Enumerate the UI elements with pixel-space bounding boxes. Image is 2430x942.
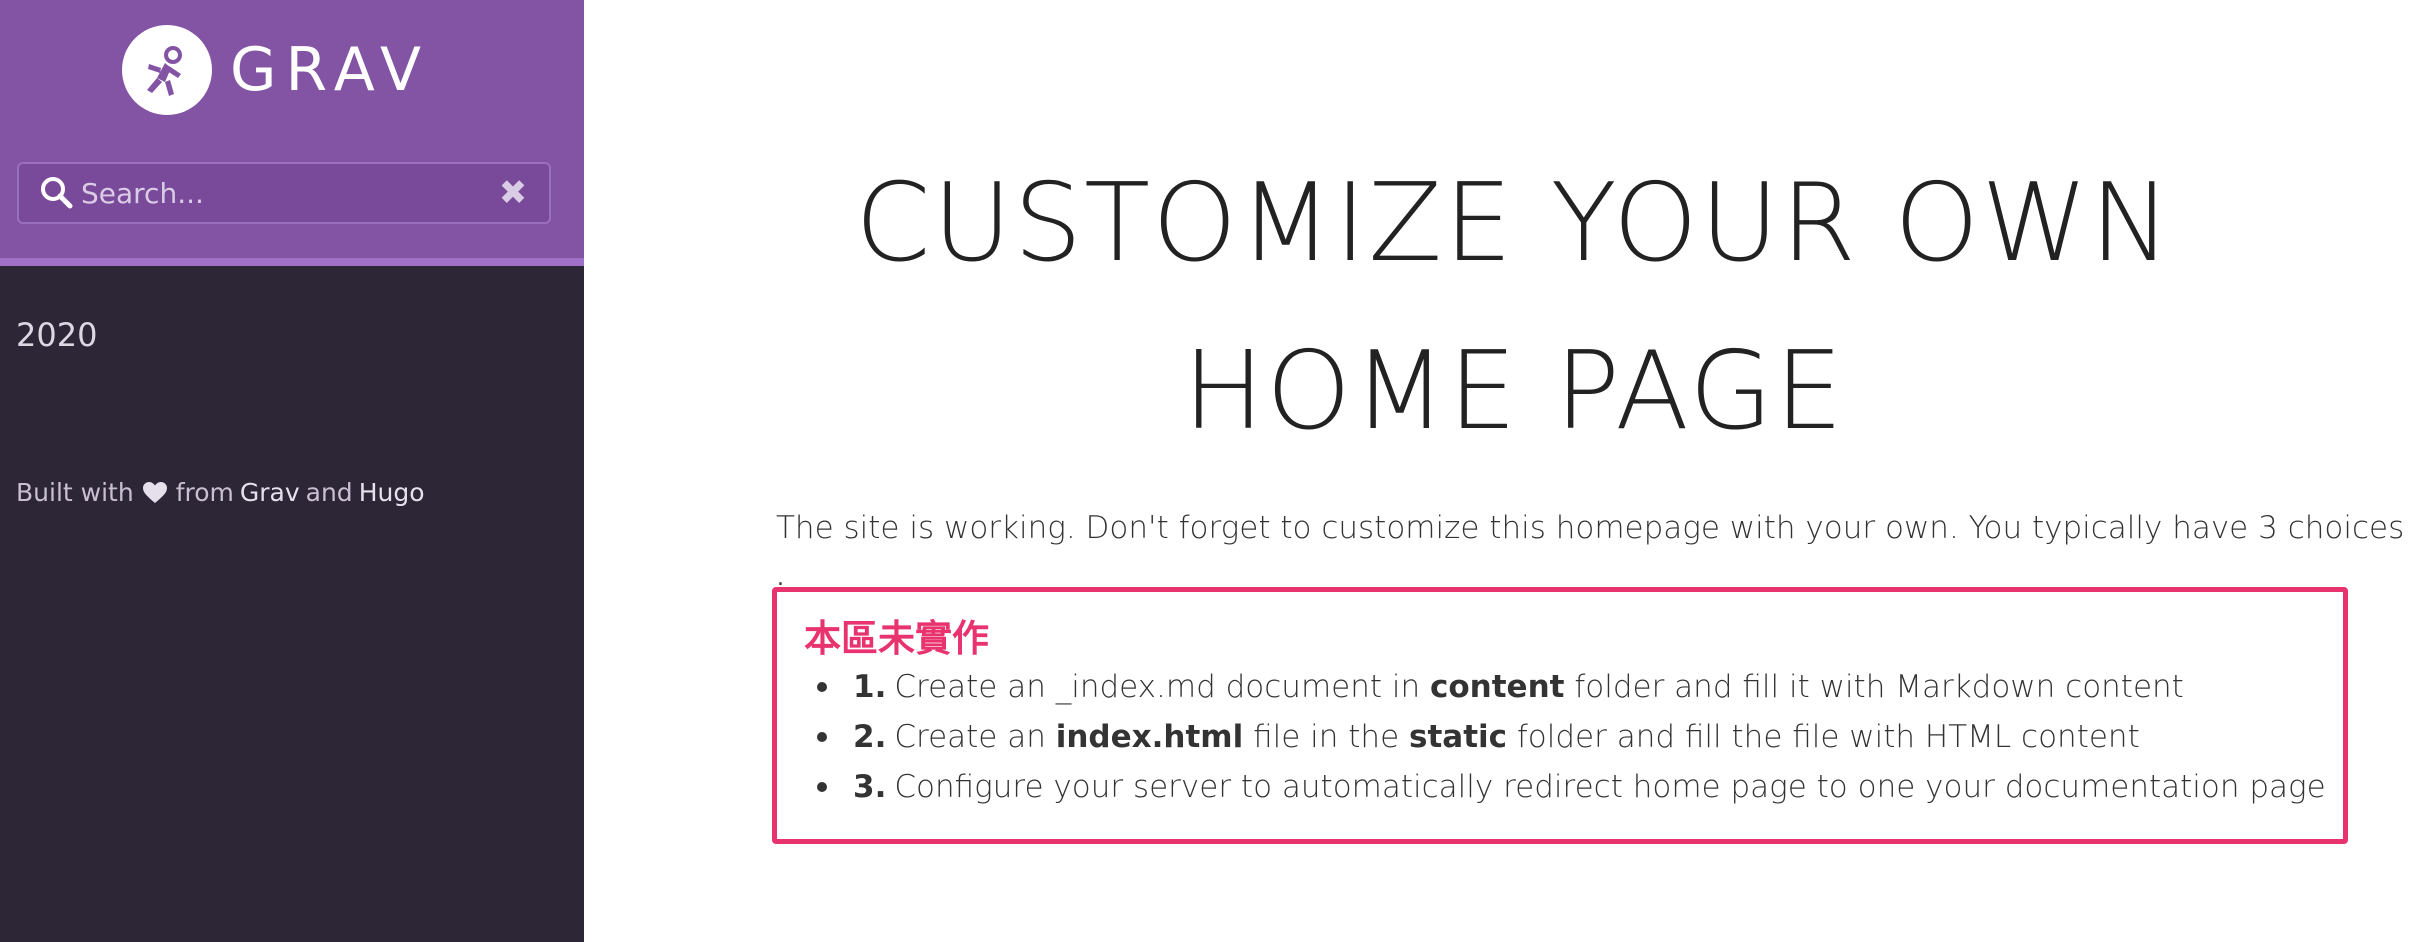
page-title: CUSTOMIZE YOUR OWN HOME PAGE xyxy=(855,161,2173,454)
site-logo[interactable]: GRAV xyxy=(122,22,430,118)
choice-text: folder and fill it with Markdown content xyxy=(1574,669,2184,705)
bullet xyxy=(817,782,827,792)
choice-bold: index.html xyxy=(1055,719,1244,755)
choice-text: Configure your server to automatically r… xyxy=(894,769,2326,805)
choice-number: 3. xyxy=(853,769,887,805)
astronaut-logo-icon xyxy=(122,25,212,115)
choice-text: folder and fill the file with HTML conte… xyxy=(1516,719,2140,755)
annotation-label: 本區未實作 xyxy=(804,617,989,660)
search-input[interactable] xyxy=(81,176,491,210)
search-box: ✖ xyxy=(17,162,551,224)
sidebar-footer: Built with from Grav and Hugo xyxy=(16,478,431,507)
list-item: 2. Create an index.html file in the stat… xyxy=(817,712,2326,762)
choice-text: Create an _index.md document in xyxy=(894,669,1421,705)
choice-text: Create an xyxy=(894,719,1046,755)
heart-icon xyxy=(142,481,168,505)
sidebar-header: GRAV ✖ xyxy=(0,0,584,266)
search-icon xyxy=(39,175,75,211)
list-item: 3. Configure your server to automaticall… xyxy=(817,762,2326,812)
clear-icon[interactable]: ✖ xyxy=(491,171,535,215)
choice-bold: static xyxy=(1409,719,1508,755)
grav-link[interactable]: Grav xyxy=(240,478,300,507)
choices-list: 1. Create an _index.md document in conte… xyxy=(817,662,2326,812)
bullet xyxy=(817,682,827,692)
bullet xyxy=(817,732,827,742)
hugo-link[interactable]: Hugo xyxy=(359,478,425,507)
footer-prefix: Built with xyxy=(16,478,134,507)
choice-number: 2. xyxy=(853,719,887,755)
intro-text: The site is working. Don't forget to cus… xyxy=(776,510,2405,546)
choice-text: file in the xyxy=(1253,719,1400,755)
footer-joiner: and xyxy=(305,478,353,507)
sidebar-year: 2020 xyxy=(16,316,98,354)
list-item: 1. Create an _index.md document in conte… xyxy=(817,662,2326,712)
footer-middle: from xyxy=(175,478,234,507)
choice-bold: content xyxy=(1430,669,1565,705)
choice-number: 1. xyxy=(853,669,887,705)
annotation-box: 本區未實作 1. Create an _index.md document in… xyxy=(772,587,2348,844)
logo-text: GRAV xyxy=(230,35,431,105)
sidebar: GRAV ✖ 2020 Built with from Grav and Hug… xyxy=(0,0,584,942)
main-content: CUSTOMIZE YOUR OWN HOME PAGE The site is… xyxy=(584,0,2430,942)
